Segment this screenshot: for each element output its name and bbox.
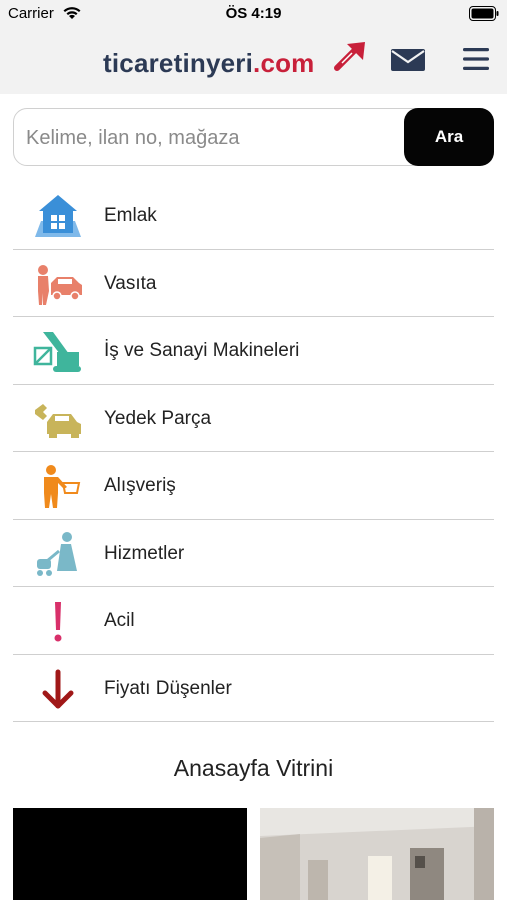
down-arrow-icon bbox=[42, 669, 74, 708]
search-bar: Ara bbox=[13, 108, 494, 166]
site-logo[interactable]: ticaretinyeri.com bbox=[103, 48, 315, 79]
spare-part-icon bbox=[35, 403, 81, 438]
category-label: Vasıta bbox=[104, 272, 157, 294]
house-icon bbox=[35, 195, 81, 237]
excavator-icon bbox=[33, 332, 81, 372]
category-label: Emlak bbox=[104, 205, 157, 226]
hamburger-menu-icon[interactable] bbox=[461, 46, 491, 72]
mail-icon[interactable] bbox=[390, 48, 426, 72]
logo-arrow-icon bbox=[334, 42, 365, 71]
category-label: Yedek Parça bbox=[104, 407, 212, 429]
category-item-is-makineleri[interactable]: İş ve Sanayi Makineleri bbox=[13, 317, 494, 385]
category-item-emlak[interactable]: Emlak bbox=[13, 182, 494, 250]
category-list: Emlak Vasıta İş ve Sanayi Makineleri Yed… bbox=[13, 182, 494, 722]
search-button[interactable]: Ara bbox=[404, 108, 494, 166]
category-item-yedek-parca[interactable]: Yedek Parça bbox=[13, 385, 494, 452]
category-label: Fiyatı Düşenler bbox=[104, 677, 232, 699]
app-header: ticaretinyeri.com bbox=[0, 28, 507, 94]
logo-tld-text: .com bbox=[253, 48, 315, 78]
category-item-vasita[interactable]: Vasıta bbox=[13, 250, 494, 317]
showcase-title: Anasayfa Vitrini bbox=[173, 755, 334, 781]
category-label: Hizmetler bbox=[104, 542, 185, 564]
logo-main-text: ticaretinyeri bbox=[103, 48, 254, 78]
room-photo bbox=[260, 808, 494, 900]
shopping-icon bbox=[44, 465, 81, 508]
services-icon bbox=[37, 531, 77, 576]
showcase-listing-image[interactable] bbox=[13, 808, 247, 900]
category-item-fiyati-dusenler[interactable]: Fiyatı Düşenler bbox=[13, 655, 494, 722]
car-icon bbox=[38, 264, 82, 305]
showcase-listing-image[interactable] bbox=[260, 808, 494, 900]
category-item-acil[interactable]: Acil bbox=[13, 587, 494, 655]
category-label: İş ve Sanayi Makineleri bbox=[104, 340, 300, 361]
category-label: Alışveriş bbox=[104, 475, 176, 496]
category-item-hizmetler[interactable]: Hizmetler bbox=[13, 520, 494, 587]
battery-icon bbox=[469, 6, 499, 21]
search-input[interactable] bbox=[24, 117, 408, 159]
category-label: Acil bbox=[104, 610, 135, 631]
clock-time: ÖS 4:19 bbox=[225, 5, 282, 22]
status-bar: Carrier ÖS 4:19 bbox=[0, 0, 507, 28]
category-item-alisveris[interactable]: Alışveriş bbox=[13, 452, 494, 520]
exclamation-icon bbox=[54, 602, 62, 642]
